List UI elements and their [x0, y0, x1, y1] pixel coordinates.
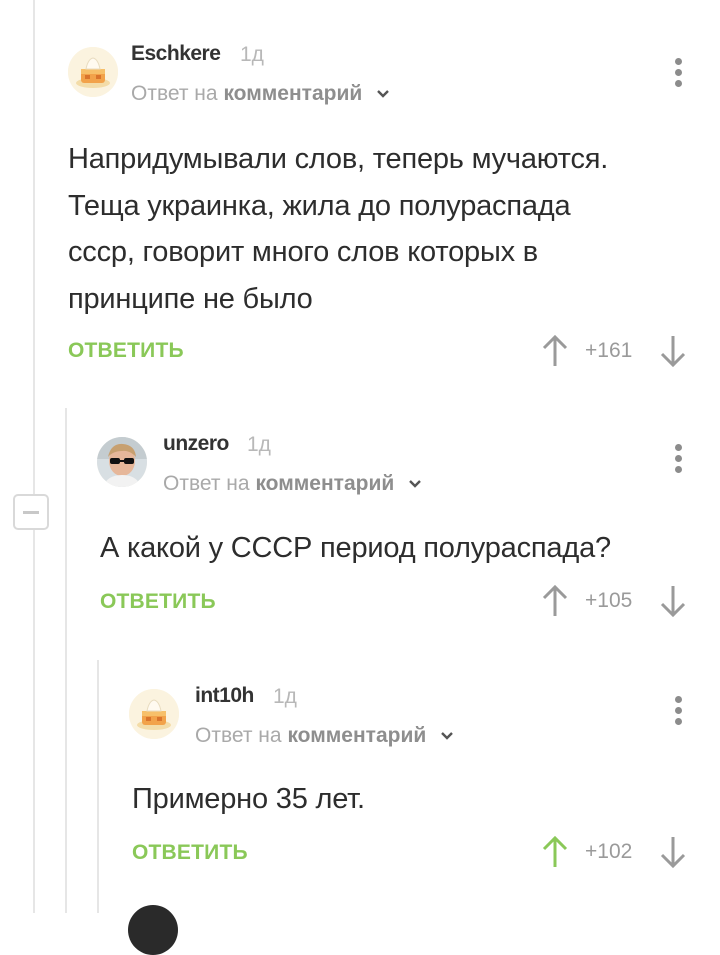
vote-controls: +161	[541, 334, 701, 368]
comment-text: Напридумывали слов, теперь мучаются. Тещ…	[68, 136, 608, 322]
comment-time: 1д	[240, 43, 264, 66]
comment: Eschkere 1д Ответ на комментарий Наприду…	[68, 42, 698, 372]
more-options-icon[interactable]	[674, 696, 682, 728]
reply-prefix: Ответ на	[195, 724, 282, 747]
downvote-arrow-icon[interactable]	[659, 835, 687, 869]
reply-button[interactable]: ОТВЕТИТЬ	[68, 339, 184, 363]
comment-text: А какой у СССР период полураспада?	[100, 525, 611, 572]
upvote-arrow-icon[interactable]	[541, 584, 569, 618]
reply-to-link[interactable]: Ответ на комментарий	[163, 472, 422, 496]
cake-avatar-icon[interactable]	[129, 689, 179, 739]
reply-to-link[interactable]: Ответ на комментарий	[195, 724, 454, 748]
comment-author[interactable]: int10h	[195, 684, 254, 708]
comment-text: Примерно 35 лет.	[132, 776, 365, 823]
reply-button[interactable]: ОТВЕТИТЬ	[132, 841, 248, 865]
chevron-down-icon	[409, 480, 421, 489]
reply-prefix: Ответ на	[163, 472, 250, 495]
thread-line	[65, 408, 67, 913]
vote-controls: +102	[541, 835, 701, 869]
reply-target: комментарий	[287, 724, 427, 747]
comment-text-line: Теща украинка, жила до полураспада	[68, 189, 571, 222]
vote-score: +105	[585, 589, 633, 612]
cake-avatar-icon[interactable]	[68, 47, 118, 97]
comment-time: 1д	[247, 433, 271, 456]
reply-to-link[interactable]: Ответ на комментарий	[131, 82, 390, 106]
comment-text-line: Напридумывали слов, теперь мучаются.	[68, 143, 609, 175]
comment-text-line: ссср, говорит много слов которых в	[68, 236, 538, 268]
thread-line	[97, 660, 99, 913]
chevron-down-icon	[441, 732, 453, 741]
collapse-thread-button[interactable]	[13, 494, 49, 530]
downvote-arrow-icon[interactable]	[659, 334, 687, 368]
comment-text-line: А какой у СССР период полураспада?	[100, 532, 611, 564]
reply-target: комментарий	[255, 472, 395, 495]
comment-text-line: Примерно 35 лет.	[132, 783, 365, 815]
chevron-down-icon	[377, 90, 389, 99]
more-options-icon[interactable]	[674, 58, 682, 90]
upvote-arrow-icon[interactable]	[541, 835, 569, 869]
reply-target: комментарий	[223, 82, 363, 105]
comment-author[interactable]: Eschkere	[131, 42, 221, 66]
comment-time: 1д	[273, 685, 297, 708]
downvote-arrow-icon[interactable]	[659, 584, 687, 618]
more-options-icon[interactable]	[674, 444, 682, 476]
comment-text-line: принципе не было	[68, 282, 313, 315]
upvote-arrow-icon[interactable]	[541, 334, 569, 368]
vote-score: +161	[585, 339, 633, 362]
user-photo-avatar[interactable]	[97, 437, 147, 487]
comment: int10h 1д Ответ на комментарий Примерно …	[129, 684, 701, 884]
vote-score: +102	[585, 840, 633, 863]
thread-line	[33, 0, 35, 913]
comment-author[interactable]: unzero	[163, 432, 229, 456]
comment: unzero 1д Ответ на комментарий А какой у…	[97, 432, 701, 632]
vote-controls: +105	[541, 584, 701, 618]
reply-prefix: Ответ на	[131, 82, 218, 105]
reply-button[interactable]: ОТВЕТИТЬ	[100, 590, 216, 614]
